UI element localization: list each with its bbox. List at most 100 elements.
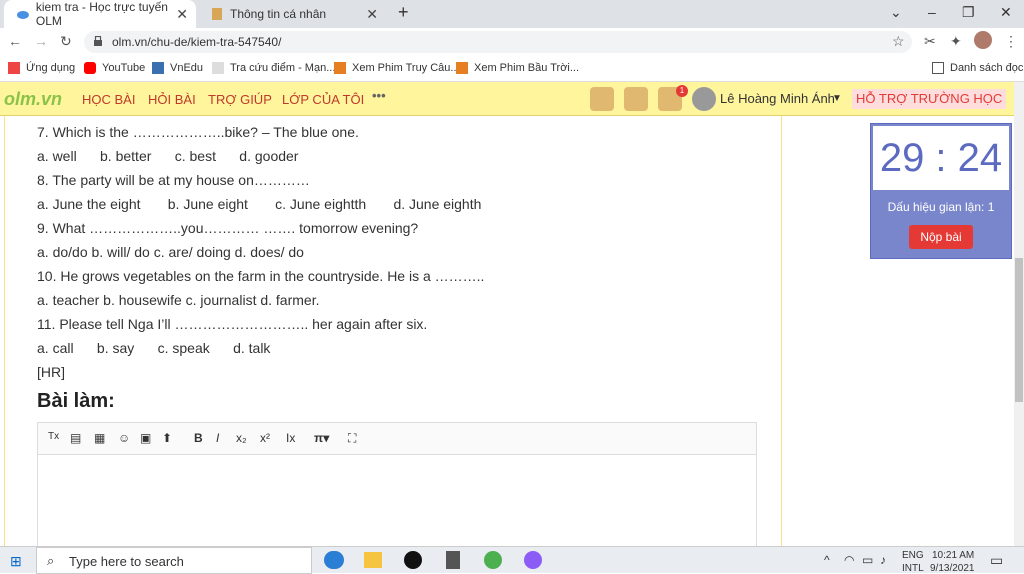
- site-logo[interactable]: olm.vn: [4, 89, 62, 110]
- exam-content: 7. Which is the ………………..bike? – The blue…: [4, 116, 782, 552]
- question-11: 11. Please tell Nga I’ll ……………………….. her…: [37, 316, 428, 332]
- avatar[interactable]: [692, 87, 716, 111]
- subscript-icon[interactable]: x₂: [236, 431, 247, 445]
- reading-list-icon: [932, 62, 944, 74]
- tray-expand-icon[interactable]: ^: [824, 553, 830, 567]
- math-icon[interactable]: π▾: [314, 431, 329, 445]
- volume-icon[interactable]: ♪: [880, 553, 886, 567]
- clear-format-icon[interactable]: Tx: [48, 431, 59, 442]
- bookmark-label: Xem Phim Truy Câu...: [352, 62, 460, 74]
- messenger-icon[interactable]: [524, 551, 542, 569]
- hr-marker: [HR]: [37, 364, 65, 380]
- notification-center-icon[interactable]: ▭: [990, 552, 1003, 569]
- fullscreen-icon[interactable]: ⛶: [348, 431, 356, 446]
- bookmark-label: YouTube: [102, 62, 146, 74]
- bookmark-icon: [212, 62, 224, 74]
- close-window-icon[interactable]: ✕: [1000, 4, 1012, 21]
- back-icon[interactable]: ←: [8, 33, 22, 49]
- reload-icon[interactable]: ↻: [60, 33, 72, 50]
- language-intl[interactable]: INTL: [902, 563, 924, 574]
- minimize-icon[interactable]: –: [928, 4, 936, 20]
- answer-editor[interactable]: Tx ▤ ▦ ☺ ▣ ⬆ B I x₂ x² Ix π▾ ⛶: [37, 422, 757, 552]
- answer-options-11: a. call b. say c. speak d. talk: [37, 340, 271, 356]
- bookmark-label: Xem Phim Bầu Trời...: [474, 62, 580, 74]
- italic-icon[interactable]: I: [216, 431, 219, 445]
- wifi-icon[interactable]: ◠: [844, 553, 854, 567]
- tab-strip: kiem tra - Học trực tuyến OLM ✕ Thông ti…: [0, 0, 1024, 28]
- apps-icon: [8, 62, 20, 74]
- table-icon[interactable]: ▦: [94, 431, 105, 445]
- image-icon[interactable]: ▣: [140, 431, 151, 445]
- bookmark-youtube[interactable]: YouTube: [84, 62, 145, 74]
- menu-icon[interactable]: ⋮: [1004, 33, 1018, 50]
- scrollbar-thumb[interactable]: [1015, 258, 1023, 402]
- edge-icon[interactable]: [324, 551, 344, 569]
- superscript-icon[interactable]: x²: [260, 431, 270, 445]
- remove-format-icon[interactable]: Ix: [286, 431, 295, 445]
- page-icon: [212, 8, 222, 20]
- profile-avatar-icon[interactable]: [974, 31, 992, 49]
- forward-icon[interactable]: →: [34, 33, 48, 49]
- notification-badge: 1: [676, 85, 688, 97]
- bold-icon[interactable]: B: [194, 431, 203, 445]
- countdown-clock: 29 : 24: [873, 126, 1009, 190]
- extensions-puzzle-icon[interactable]: ✦: [950, 33, 962, 50]
- tab-title: kiem tra - Học trực tuyến OLM: [35, 0, 168, 28]
- nav-lop-cua-toi[interactable]: LỚP CỦA TÔI: [282, 92, 364, 107]
- answer-title: Bài làm:: [37, 390, 115, 412]
- bookmark-phim2[interactable]: Xem Phim Bầu Trời...: [456, 62, 579, 74]
- upload-icon[interactable]: ⬆: [162, 431, 172, 445]
- close-tab-icon[interactable]: ✕: [366, 6, 378, 23]
- nav-hoi-bai[interactable]: HỎI BÀI: [148, 92, 196, 107]
- close-tab-icon[interactable]: ✕: [176, 6, 188, 23]
- clock-date[interactable]: 9/13/2021: [930, 563, 975, 574]
- user-dropdown-icon[interactable]: ▼: [832, 93, 842, 104]
- nav-tro-giup[interactable]: TRỢ GIÚP: [208, 92, 272, 107]
- extension-icon[interactable]: ✂: [924, 33, 936, 50]
- language-eng[interactable]: ENG: [902, 550, 924, 561]
- tab-profile[interactable]: Thông tin cá nhân ✕: [198, 0, 386, 28]
- question-9: 9. What ………………..you………… ……. tomorrow eve…: [37, 220, 419, 236]
- tab-search-icon[interactable]: ⌄: [890, 4, 902, 21]
- youtube-icon: [84, 62, 96, 74]
- submit-button[interactable]: Nộp bài: [909, 225, 973, 249]
- browser-toolbar: ← → ↻ olm.vn/chu-de/kiem-tra-547540/ ☆ ✂…: [0, 28, 1024, 56]
- reading-list-label: Danh sách đọc: [950, 62, 1024, 74]
- reading-list[interactable]: Danh sách đọc: [932, 62, 1023, 74]
- timer-panel: 29 : 24 Dấu hiệu gian lận: 1 Nộp bài: [870, 123, 1012, 259]
- battery-icon[interactable]: ▭: [862, 553, 873, 567]
- chat-icon[interactable]: [624, 87, 648, 111]
- file-explorer-icon[interactable]: [364, 552, 382, 568]
- emoji-icon[interactable]: ☺: [118, 431, 130, 445]
- tab-olm[interactable]: kiem tra - Học trực tuyến OLM ✕: [4, 0, 196, 28]
- olm-cloud-icon: [16, 11, 29, 19]
- bookmark-tracuu[interactable]: Tra cứu điểm - Mạn...: [212, 62, 335, 74]
- windows-taskbar: ⊞ ⌕ Type here to search ^ ◠ ▭ ♪ ENG INTL…: [0, 546, 1024, 574]
- user-icon[interactable]: [590, 87, 614, 111]
- bookmark-star-icon[interactable]: ☆: [892, 33, 905, 50]
- answer-options-7: a. well b. better c. best d. gooder: [37, 148, 299, 164]
- windows-start-icon[interactable]: ⊞: [10, 553, 22, 570]
- clock-time[interactable]: 10:21 AM: [932, 550, 974, 561]
- user-name[interactable]: Lê Hoàng Minh Ánh: [720, 91, 835, 106]
- chrome-icon[interactable]: [484, 551, 502, 569]
- restore-icon[interactable]: ❐: [962, 4, 975, 21]
- new-tab-icon[interactable]: +: [398, 2, 409, 23]
- answer-options-10: a. teacher b. housewife c. journalist d.…: [37, 292, 320, 308]
- bookmark-apps[interactable]: Ứng dụng: [8, 62, 75, 74]
- cheat-indicator: Dấu hiệu gian lận: 1: [887, 200, 995, 214]
- bookmark-phim1[interactable]: Xem Phim Truy Câu...: [334, 62, 460, 74]
- editor-toolbar: Tx ▤ ▦ ☺ ▣ ⬆ B I x₂ x² Ix π▾ ⛶: [38, 423, 756, 455]
- taskbar-search[interactable]: ⌕ Type here to search: [36, 547, 312, 574]
- bookmark-label: VnEdu: [170, 62, 204, 74]
- page-scrollbar[interactable]: [1014, 82, 1024, 546]
- calculator-icon[interactable]: [446, 551, 460, 569]
- tiktok-icon[interactable]: [404, 551, 422, 569]
- answer-options-9: a. do/do b. will/ do c. are/ doing d. do…: [37, 244, 304, 260]
- paste-icon[interactable]: ▤: [70, 431, 81, 445]
- bookmark-vnedu[interactable]: VnEdu: [152, 62, 203, 74]
- support-school-button[interactable]: HỖ TRỢ TRƯỜNG HỌC: [852, 89, 1007, 109]
- address-bar[interactable]: olm.vn/chu-de/kiem-tra-547540/ ☆: [84, 31, 912, 53]
- more-icon[interactable]: •••: [372, 88, 386, 103]
- nav-hoc-bai[interactable]: HỌC BÀI: [82, 92, 135, 107]
